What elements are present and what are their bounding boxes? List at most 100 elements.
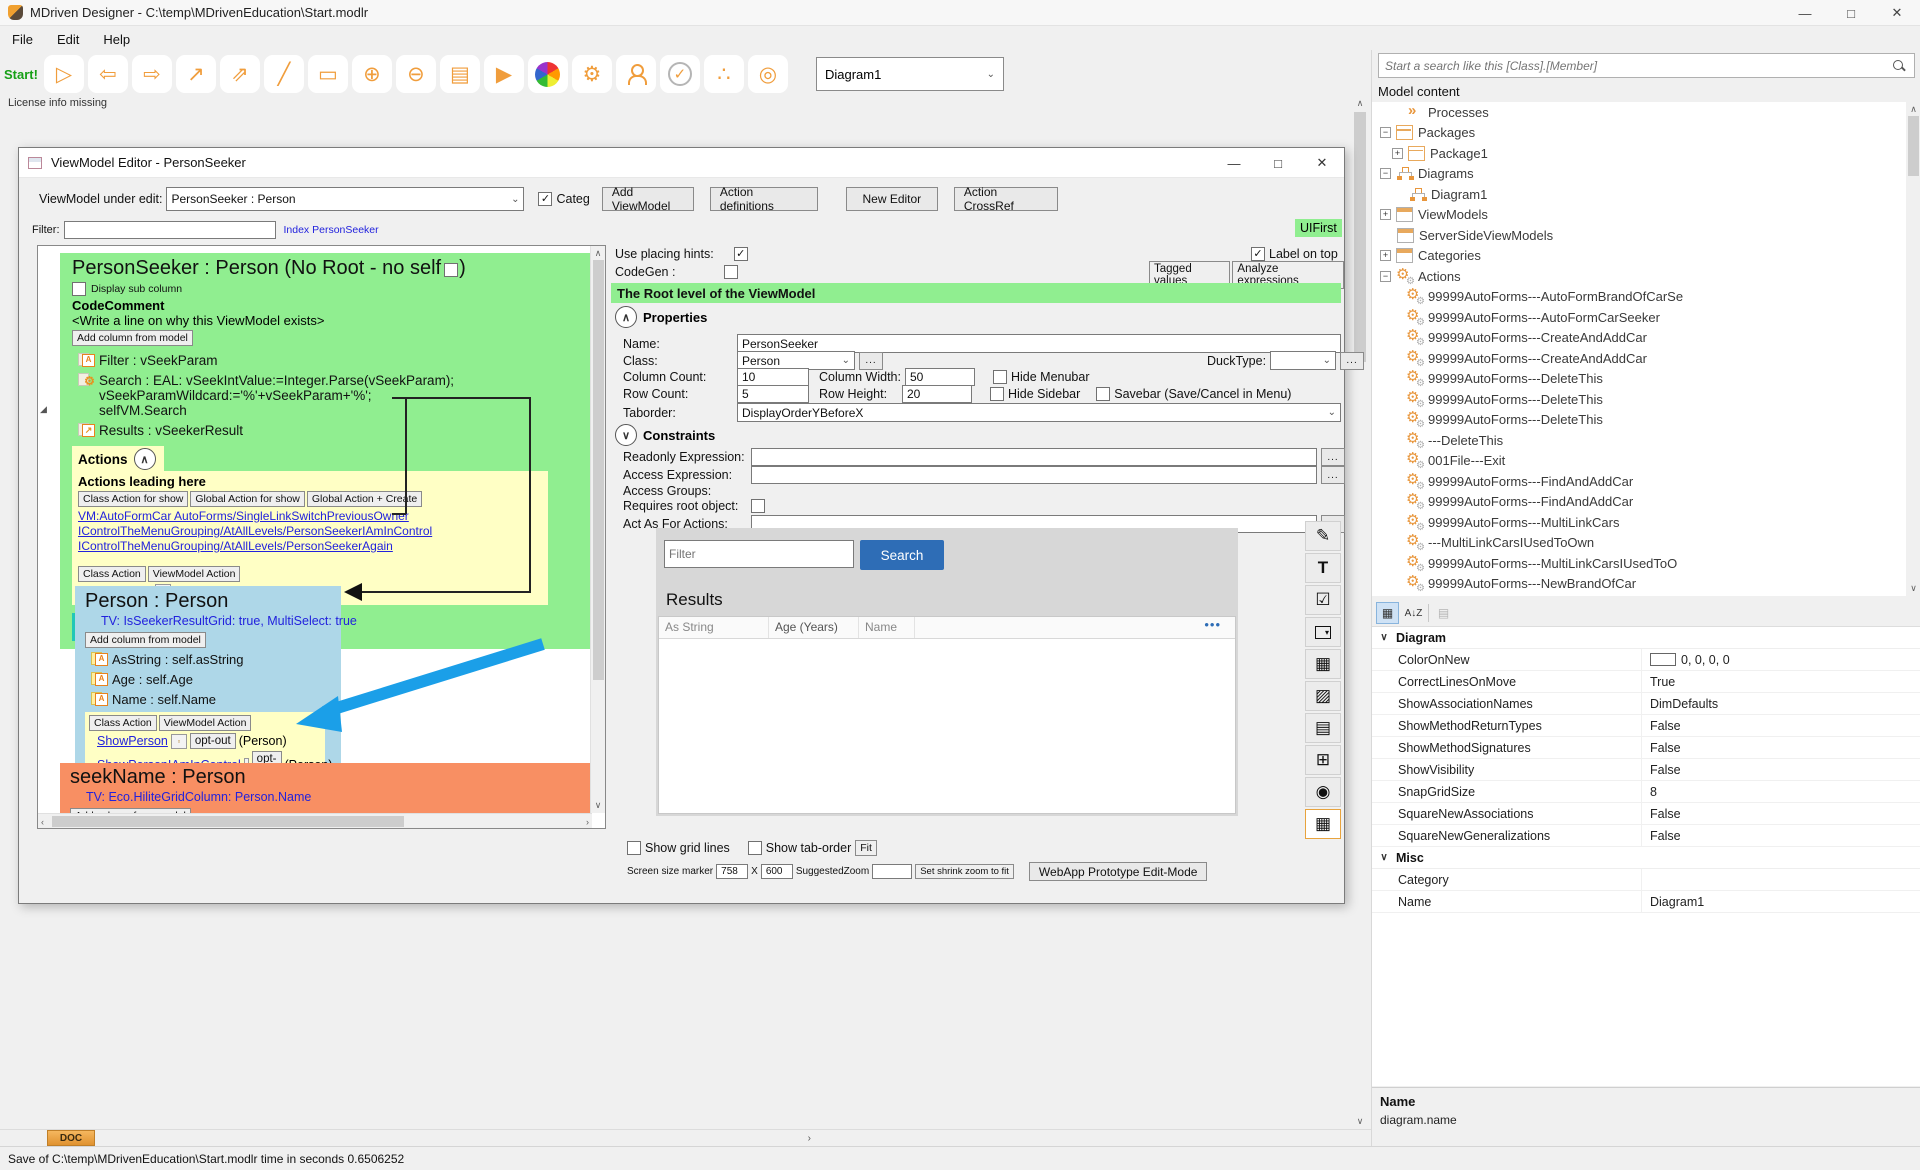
column-header[interactable]: Name (859, 617, 915, 638)
model-search-box[interactable] (1378, 53, 1915, 78)
property-row[interactable]: ShowAssociationNamesDimDefaults (1372, 693, 1920, 715)
nav-forward-icon[interactable]: ⇨ (132, 55, 172, 93)
menu-help[interactable]: Help (91, 28, 142, 51)
az-sort-icon[interactable]: A↓Z (1402, 602, 1425, 624)
property-row[interactable]: SquareNewGeneralizationsFalse (1372, 825, 1920, 847)
canvas-inner-hscrollbar[interactable]: ‹ › (38, 813, 592, 828)
hscroll-thumb[interactable] (52, 816, 404, 827)
preview-results-grid[interactable]: As String Age (Years) Name ••• (658, 616, 1236, 814)
run-window-icon[interactable]: ▶ (484, 55, 524, 93)
readonly-expression-input[interactable] (751, 448, 1317, 466)
transition-draw-icon[interactable]: ⇗ (220, 55, 260, 93)
class-ellipsis-button[interactable]: ... (859, 352, 883, 370)
viewmodel-under-edit-combo[interactable]: PersonSeeker : Person⌄ (166, 187, 524, 211)
person-class-box[interactable]: Person : Person TV: IsSeekerResultGrid: … (75, 586, 341, 788)
showperson-link[interactable]: ShowPerson (97, 734, 168, 748)
viewmodel-canvas[interactable]: PersonSeeker : Person (No Root - no self… (37, 245, 606, 829)
scroll-left-icon[interactable]: ‹ (41, 817, 44, 827)
color-swatch[interactable] (1650, 653, 1676, 666)
tree-item-action[interactable]: 99999AutoForms---DeleteThis (1372, 389, 1920, 410)
dashed-line-icon[interactable]: ╱ (264, 55, 304, 93)
node-graph-icon[interactable]: ∴ (704, 55, 744, 93)
expand-icon[interactable]: + (1380, 209, 1391, 220)
nav-back-icon[interactable]: ⇦ (88, 55, 128, 93)
property-row[interactable]: ColorOnNew0, 0, 0, 0 (1372, 649, 1920, 671)
tree-item-categories[interactable]: +Categories (1372, 246, 1920, 267)
tree-item-action[interactable]: 99999AutoForms---CreateAndAddCar (1372, 328, 1920, 349)
expand-icon[interactable]: + (1392, 148, 1403, 159)
property-row[interactable]: NameDiagram1 (1372, 891, 1920, 913)
spiral-icon[interactable]: ◎ (748, 55, 788, 93)
results-column[interactable]: Results : vSeekerResult (99, 423, 243, 438)
collapse-icon[interactable]: − (1380, 168, 1391, 179)
scroll-up-icon[interactable]: ∧ (1352, 96, 1368, 109)
viewmodel-action-button[interactable]: ViewModel Action (159, 715, 252, 731)
hide-menubar-checkbox[interactable] (993, 370, 1007, 384)
maximize-button[interactable]: □ (1828, 0, 1874, 26)
minimize-button[interactable]: — (1782, 0, 1828, 26)
tree-item-action[interactable]: 001File---Exit (1372, 451, 1920, 472)
tree-item-action[interactable]: 99999AutoForms---DeleteThis (1372, 410, 1920, 431)
transition-arrow-icon[interactable]: ↗ (176, 55, 216, 93)
autoform-window-icon[interactable]: ▤ (440, 55, 480, 93)
access-expression-input[interactable] (751, 466, 1317, 484)
tree-item-diagram1[interactable]: Diagram1 (1372, 184, 1920, 205)
collapse-up-icon[interactable]: ∧ (134, 448, 156, 470)
tree-item-action[interactable]: 99999AutoForms---MultiLinkCarsIUsedToO (1372, 553, 1920, 574)
tree-item-processes[interactable]: Processes (1372, 102, 1920, 123)
edit-pencil-icon[interactable]: ✎ (1305, 521, 1341, 551)
no-root-checkbox[interactable] (444, 263, 458, 277)
tree-item-action[interactable]: 99999AutoForms---CreateAndAddCar (1372, 348, 1920, 369)
collapse-up-icon[interactable]: ∧ (615, 306, 637, 328)
start-label[interactable]: Start! (4, 67, 38, 82)
scroll-down-icon[interactable]: ∨ (1906, 583, 1920, 594)
property-pages-icon[interactable]: ▤ (1432, 602, 1455, 624)
tree-item-action[interactable]: 99999AutoForms---MultiLinkCars (1372, 512, 1920, 533)
property-row[interactable]: SquareNewAssociationsFalse (1372, 803, 1920, 825)
actions-tab[interactable]: Actions ∧ (72, 446, 164, 471)
property-row[interactable]: Category (1372, 869, 1920, 891)
use-placing-hints-checkbox[interactable]: ✓ (734, 247, 748, 261)
filter-input[interactable] (64, 221, 276, 239)
frame-select-icon[interactable]: ▭ (308, 55, 348, 93)
scroll-down-icon[interactable]: ∨ (591, 800, 605, 811)
validate-check-icon[interactable]: ✓ (660, 55, 700, 93)
tree-item-action[interactable]: 99999AutoForms---FindAndAddCar (1372, 471, 1920, 492)
hide-sidebar-checkbox[interactable] (990, 387, 1004, 401)
image-icon[interactable]: ▨ (1305, 681, 1341, 711)
tree-item-action[interactable]: ---DeleteThis (1372, 430, 1920, 451)
categorized-icon[interactable]: ▦ (1376, 602, 1399, 624)
color-wheel-icon[interactable] (528, 55, 568, 93)
scroll-right-icon[interactable]: › (586, 817, 589, 827)
preview-filter-input[interactable] (664, 540, 854, 568)
tree-item-packages[interactable]: −Packages (1372, 123, 1920, 144)
zoom-in-icon[interactable]: ⊕ (352, 55, 392, 93)
tree-item-action[interactable]: ---MultiLinkCarsIUsedToOwn (1372, 533, 1920, 554)
tree-item-diagrams[interactable]: −Diagrams (1372, 164, 1920, 185)
zoom-out-icon[interactable]: ⊖ (396, 55, 436, 93)
class-action-button[interactable]: Class Action (78, 566, 146, 582)
index-links[interactable]: Index PersonSeeker (284, 224, 379, 236)
row-count-input[interactable] (737, 385, 809, 403)
row-height-input[interactable] (902, 385, 972, 403)
screen-width-input[interactable] (716, 864, 748, 879)
ducktype-ellipsis-button[interactable]: ... (1340, 352, 1364, 370)
user-roles-icon[interactable] (616, 55, 656, 93)
search-column[interactable]: Search : EAL: vSeekIntValue:=Integer.Par… (99, 373, 454, 418)
category-row-diagram[interactable]: ∨Diagram (1372, 627, 1920, 649)
tree-item-action[interactable]: 99999AutoForms---FindAndAddCar (1372, 492, 1920, 513)
datagrid-icon[interactable]: ▦ (1305, 809, 1341, 839)
tree-item-actions[interactable]: −Actions (1372, 266, 1920, 287)
add-viewmodel-button[interactable]: Add ViewModel (602, 187, 694, 211)
preview-search-button[interactable]: Search (860, 540, 944, 570)
class-action-for-show-button[interactable]: Class Action for show (78, 491, 188, 507)
savebar-checkbox[interactable] (1096, 387, 1110, 401)
action-link[interactable]: VM:AutoFormCar AutoForms/SingleLinkSwitc… (78, 509, 542, 524)
property-row[interactable]: ShowMethodSignaturesFalse (1372, 737, 1920, 759)
action-link[interactable]: IControlTheMenuGrouping/AtAllLevels/Pers… (78, 539, 542, 554)
dialog-minimize-button[interactable]: — (1212, 148, 1256, 178)
class-action-button[interactable]: Class Action (89, 715, 157, 731)
webapp-prototype-button[interactable]: WebApp Prototype Edit-Mode (1029, 862, 1208, 881)
property-row[interactable]: SnapGridSize8 (1372, 781, 1920, 803)
action-definitions-button[interactable]: Action definitions (710, 187, 818, 211)
